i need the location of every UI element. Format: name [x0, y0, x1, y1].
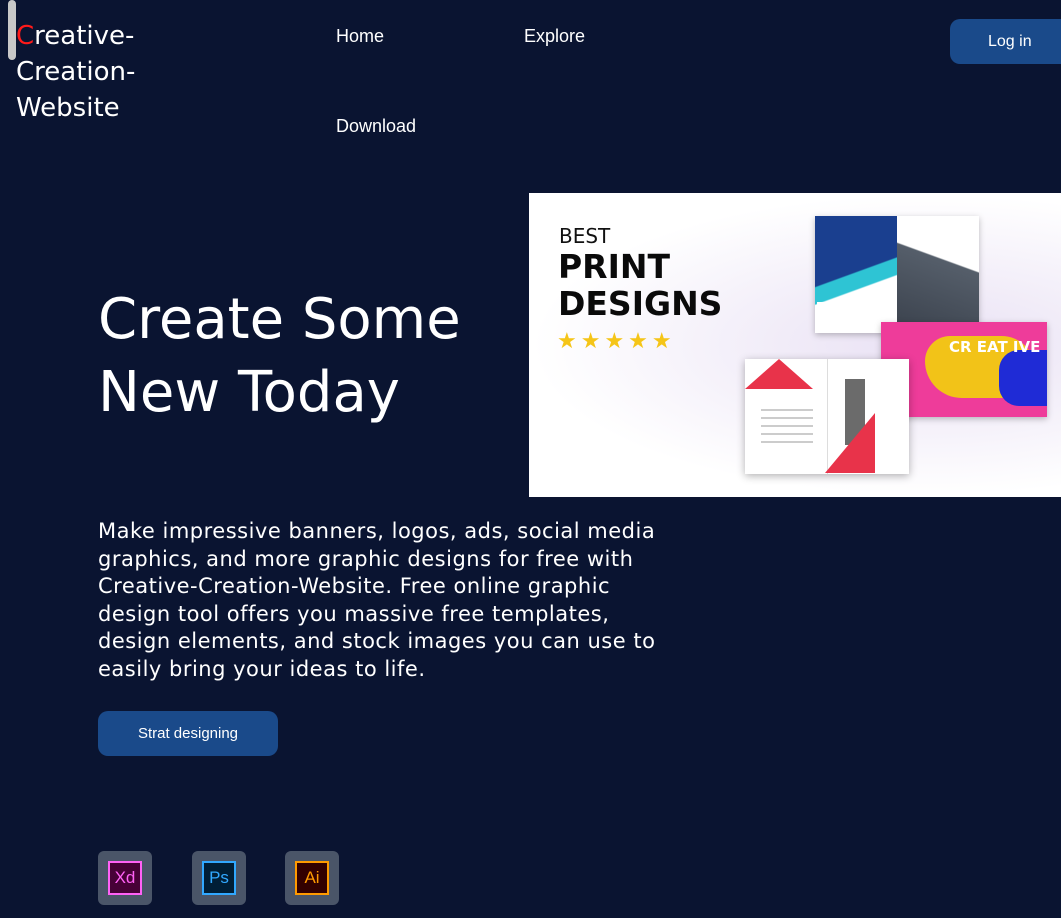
ps-label: Ps — [202, 861, 236, 895]
adobe-illustrator-icon[interactable]: Ai — [285, 851, 339, 905]
adobe-xd-icon[interactable]: Xd — [98, 851, 152, 905]
site-logo[interactable]: Creative-Creation-Website — [16, 18, 156, 126]
adobe-photoshop-icon[interactable]: Ps — [192, 851, 246, 905]
brochure-red-triangle — [745, 359, 813, 389]
ai-label: Ai — [295, 861, 329, 895]
banner-print-designs-text: PRINT DESIGNS — [558, 247, 723, 323]
banner-best-text: BEST — [559, 224, 611, 248]
start-designing-button[interactable]: Strat designing — [98, 711, 278, 756]
logo-text: reative-Creation-Website — [16, 21, 136, 123]
hero-title: Create Some New Today — [98, 287, 461, 425]
brochure-right-page — [897, 216, 979, 333]
brochure-mockup-business — [745, 359, 909, 474]
login-button[interactable]: Log in — [950, 19, 1061, 64]
brochure-text-line — [761, 425, 813, 427]
brochure-blue-blob — [999, 350, 1047, 406]
nav-explore-link[interactable]: Explore — [524, 26, 585, 47]
logo-first-letter: C — [16, 21, 35, 51]
brochure-text-line — [761, 409, 813, 411]
banner-rating-stars: ★★★★★ — [557, 329, 676, 354]
hero-banner-image: BEST PRINT DESIGNS ★★★★★ CR EAT IVE — [529, 193, 1061, 497]
scrollbar-thumb[interactable] — [8, 0, 16, 60]
brochure-text-line — [761, 433, 813, 435]
brochure-mockup-blue — [815, 216, 979, 333]
brochure-text-line — [761, 441, 813, 443]
brochure-label-bar — [817, 302, 889, 316]
xd-label: Xd — [108, 861, 142, 895]
brochure-text-line — [761, 417, 813, 419]
nav-home-link[interactable]: Home — [336, 26, 384, 47]
hero-description: Make impressive banners, logos, ads, soc… — [98, 519, 656, 681]
brochure-red-corner — [825, 413, 875, 473]
brochure-creative-word: CR EAT IVE — [949, 338, 1041, 356]
nav-download-link[interactable]: Download — [336, 116, 416, 137]
